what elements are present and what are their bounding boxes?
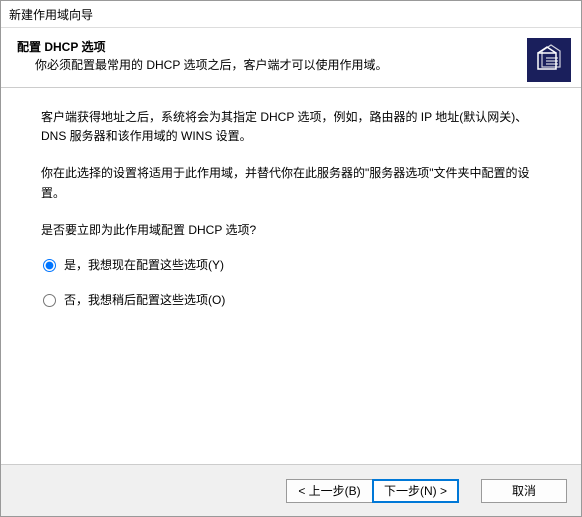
nav-buttons: < 上一步(B) 下一步(N) > [286,479,459,503]
option-no-row[interactable]: 否，我想稍后配置这些选项(O) [41,291,541,310]
window-title: 新建作用域向导 [9,6,93,23]
header-text: 配置 DHCP 选项 你必须配置最常用的 DHCP 选项之后，客户端才可以使用作… [17,36,527,74]
body-para2: 你在此选择的设置将适用于此作用域，并替代你在此服务器的"服务器选项"文件夹中配置… [41,164,541,202]
option-no-label: 否，我想稍后配置这些选项(O) [64,291,225,310]
option-yes-row[interactable]: 是，我想现在配置这些选项(Y) [41,256,541,275]
next-button[interactable]: 下一步(N) > [372,479,459,503]
option-yes-radio[interactable] [43,259,56,272]
dhcp-scope-icon [527,38,571,82]
titlebar: 新建作用域向导 [1,1,581,28]
wizard-window: 新建作用域向导 配置 DHCP 选项 你必须配置最常用的 DHCP 选项之后，客… [0,0,582,517]
wizard-footer: < 上一步(B) 下一步(N) > 取消 [1,464,581,516]
wizard-header: 配置 DHCP 选项 你必须配置最常用的 DHCP 选项之后，客户端才可以使用作… [1,28,581,88]
body-question: 是否要立即为此作用域配置 DHCP 选项? [41,221,541,240]
header-title: 配置 DHCP 选项 [17,38,527,55]
option-no-radio[interactable] [43,294,56,307]
header-subtitle: 你必须配置最常用的 DHCP 选项之后，客户端才可以使用作用域。 [17,57,527,74]
wizard-body: 客户端获得地址之后，系统将会为其指定 DHCP 选项，例如，路由器的 IP 地址… [1,88,581,464]
cancel-button[interactable]: 取消 [481,479,567,503]
option-yes-label: 是，我想现在配置这些选项(Y) [64,256,224,275]
body-para1: 客户端获得地址之后，系统将会为其指定 DHCP 选项，例如，路由器的 IP 地址… [41,108,541,146]
cancel-wrap: 取消 [481,479,567,503]
back-button[interactable]: < 上一步(B) [286,479,372,503]
